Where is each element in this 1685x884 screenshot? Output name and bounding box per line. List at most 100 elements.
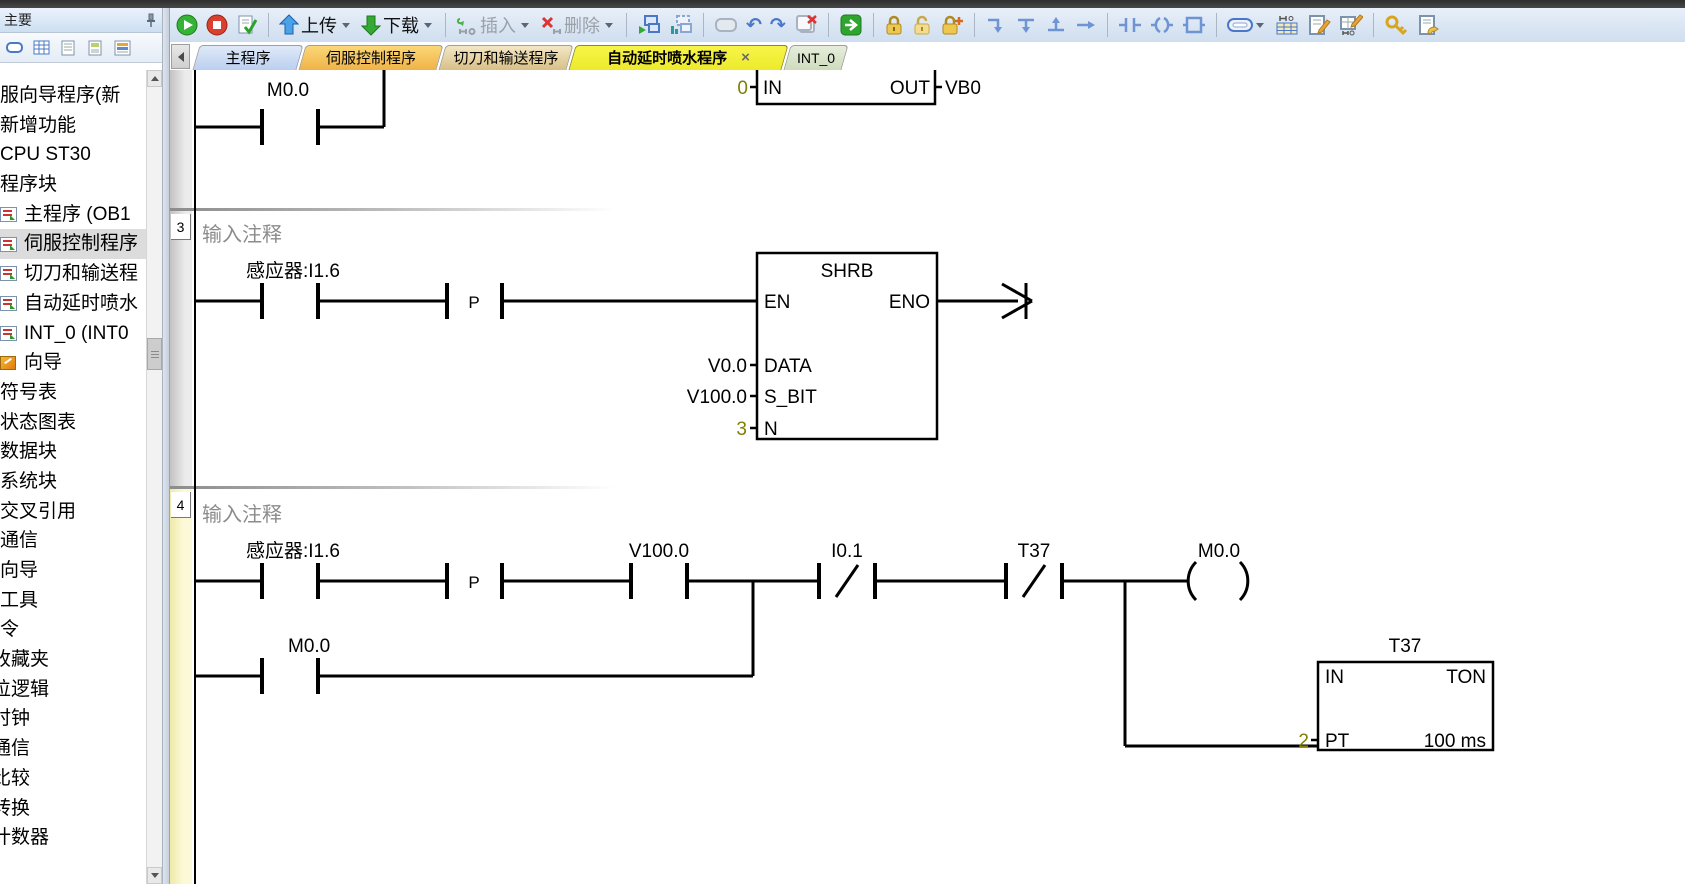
tree-item-communication[interactable]: 通信	[0, 526, 146, 556]
toggle-grid-button[interactable]	[1273, 12, 1301, 38]
tree-item-counters[interactable]: 计数器	[0, 823, 146, 853]
shrb-data-value[interactable]: V0.0	[708, 356, 747, 377]
tree-item-status-chart[interactable]: 状态图表	[0, 408, 146, 438]
report-icon[interactable]	[87, 40, 105, 56]
branch-down-button[interactable]	[983, 12, 1009, 38]
tab-auto-delay-spray-active[interactable]: 自动延时喷水程序 ×	[572, 45, 785, 70]
network4-branch-rung[interactable]	[195, 581, 753, 694]
chevron-down-icon[interactable]	[342, 23, 350, 28]
network4-contact4-label[interactable]: T37	[1018, 541, 1051, 562]
network3-contact1-label[interactable]: 感应器:I1.6	[246, 260, 340, 282]
chevron-down-icon[interactable]	[521, 23, 529, 28]
tree-item-new-features[interactable]: 新增功能	[0, 111, 146, 141]
network3-shrb-box[interactable]: SHRB EN ENO V0.0 DATA V100.0 S_BIT 3 N	[687, 253, 937, 440]
line-right-button[interactable]	[1073, 12, 1099, 38]
shrb-n-value[interactable]: 3	[736, 419, 747, 440]
tab-cutter-convey[interactable]: 切刀和输送程序	[442, 45, 570, 70]
panel-splitter[interactable]	[163, 8, 170, 884]
upload-button[interactable]: 上传	[277, 12, 355, 38]
contact-tool-button[interactable]	[1116, 12, 1144, 38]
chevron-down-icon[interactable]	[605, 23, 613, 28]
line-up-button[interactable]	[1043, 12, 1069, 38]
redo-button[interactable]: ↷	[768, 12, 788, 38]
tree-item-servo-control[interactable]: 伺服控制程序	[0, 229, 146, 259]
run-button[interactable]	[174, 12, 200, 38]
tree-item-tools[interactable]: 工具	[0, 586, 146, 616]
mov-out-value[interactable]: VB0	[945, 78, 981, 99]
shrb-sbit-value[interactable]: V100.0	[687, 387, 747, 408]
tab-int0[interactable]: INT_0	[787, 45, 845, 70]
tree-item-instructions[interactable]: 令	[0, 615, 146, 645]
ladder-canvas[interactable]: M0.0 0 IN OUT VB0 感应器:I1.6	[170, 70, 1685, 884]
tree-item-favorites[interactable]: 收藏夹	[0, 645, 146, 675]
close-icon[interactable]: ×	[741, 49, 750, 66]
tree-item-wizard[interactable]: 向导	[0, 348, 146, 378]
tab-scroll-left-button[interactable]	[171, 44, 190, 69]
chevron-down-icon[interactable]	[424, 23, 432, 28]
discard-button[interactable]	[792, 12, 820, 38]
list-icon[interactable]	[114, 40, 132, 56]
tree-item-symbol-table[interactable]: 符号表	[0, 378, 146, 408]
network4-contact1-label[interactable]: 感应器:I1.6	[246, 540, 340, 562]
delete-network-button[interactable]: 删除	[538, 12, 618, 38]
tree-item-cross-reference[interactable]: 交叉引用	[0, 497, 146, 527]
tree-item-clock[interactable]: 时钟	[0, 704, 146, 734]
stop-button[interactable]	[204, 12, 230, 38]
network4-contact5-label[interactable]: M0.0	[288, 636, 330, 657]
pin-icon[interactable]	[144, 12, 158, 28]
tree-scrollbar[interactable]	[146, 70, 162, 884]
timer-pt-value[interactable]: 2	[1298, 731, 1309, 752]
edit-table-button[interactable]	[1337, 12, 1365, 38]
tree-item-program-block[interactable]: 程序块	[0, 170, 146, 200]
scroll-down-button[interactable]	[147, 867, 162, 884]
scroll-up-button[interactable]	[147, 70, 162, 87]
ladder-editor[interactable]: 3 输入注释 4 输入注释 M0.0	[170, 70, 1685, 884]
pou-order-button[interactable]	[667, 12, 695, 38]
tree-item-data-block[interactable]: 数据块	[0, 437, 146, 467]
box-tool-button[interactable]	[1180, 12, 1208, 38]
tree-item-bit-logic[interactable]: 位逻辑	[0, 675, 146, 705]
network4-contact2-label[interactable]: V100.0	[629, 541, 689, 562]
tree-item-int0[interactable]: INT_0 (INT0	[0, 319, 146, 349]
tree-item-main-ob1[interactable]: 主程序 (OB1	[0, 200, 146, 230]
tree-item-wizard-2[interactable]: 向导	[0, 556, 146, 586]
timer-operand[interactable]: T37	[1389, 636, 1422, 657]
line-down-button[interactable]	[1013, 12, 1039, 38]
protect-button[interactable]	[1414, 12, 1442, 38]
tag-icon[interactable]	[6, 40, 24, 56]
coil-tool-button[interactable]	[1148, 12, 1176, 38]
insert-network-button[interactable]: 插入	[454, 12, 534, 38]
network4-timer-box[interactable]: T37 IN TON 2 PT 100 ms	[1298, 636, 1493, 752]
lock-add-button[interactable]	[938, 12, 966, 38]
compile-button[interactable]	[234, 12, 260, 38]
document-icon[interactable]	[60, 40, 78, 56]
tree-item-auto-delay-spray[interactable]: 自动延时喷水	[0, 289, 146, 319]
tree-item-convert[interactable]: 转换	[0, 794, 146, 824]
scroll-thumb[interactable]	[147, 338, 162, 370]
tree-item-cutter-convey[interactable]: 切刀和输送程	[0, 259, 146, 289]
chevron-down-icon[interactable]	[1256, 23, 1264, 28]
edit-symbol-button[interactable]	[1305, 12, 1333, 38]
grid-icon[interactable]	[33, 40, 51, 56]
run-mode-button[interactable]	[837, 12, 865, 38]
empty-box-button[interactable]	[712, 12, 740, 38]
network4-coil[interactable]	[1188, 562, 1248, 600]
download-button[interactable]: 下载	[359, 12, 437, 38]
operand-m00[interactable]: M0.0	[267, 80, 309, 101]
mov-in-value[interactable]: 0	[737, 78, 748, 99]
network4-contact3-label[interactable]: I0.1	[831, 541, 863, 562]
network4-coil-label[interactable]: M0.0	[1198, 541, 1240, 562]
pou-cascade-button[interactable]	[635, 12, 663, 38]
network2-mov-box[interactable]: 0 IN OUT VB0	[737, 70, 981, 104]
network4-rung[interactable]	[195, 563, 1188, 599]
network3-edge-contact-label[interactable]: P	[468, 293, 479, 312]
tree-item-communication-2[interactable]: 通信	[0, 734, 146, 764]
undo-button[interactable]: ↶	[744, 12, 764, 38]
address-tag-button[interactable]	[1225, 12, 1269, 38]
tree-item-cpu[interactable]: CPU ST30	[0, 140, 146, 170]
lock-closed-button[interactable]	[882, 12, 906, 38]
tree-item-compare[interactable]: 比较	[0, 764, 146, 794]
network4-edge-contact-label[interactable]: P	[468, 573, 479, 592]
tree-item-servo-wizard[interactable]: 服向导程序(新	[0, 81, 146, 111]
tree-item-system-block[interactable]: 系统块	[0, 467, 146, 497]
